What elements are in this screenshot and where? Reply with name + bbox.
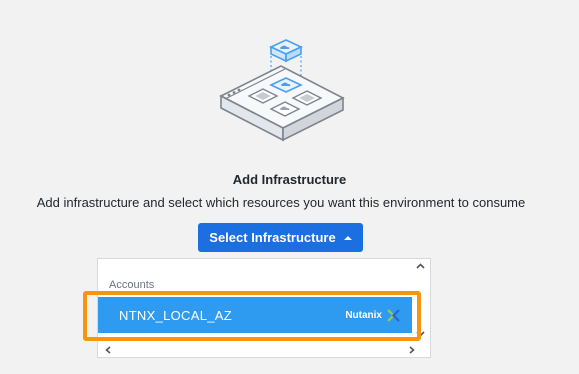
- horizontal-scrollbar[interactable]: [98, 343, 430, 357]
- select-infrastructure-label: Select Infrastructure: [209, 230, 336, 245]
- scroll-right-arrow-icon[interactable]: [409, 346, 415, 354]
- nutanix-x-icon: [387, 308, 400, 322]
- provider-label: Nutanix: [345, 309, 382, 321]
- accounts-section-label: Accounts: [109, 279, 155, 291]
- scroll-left-arrow-icon[interactable]: [105, 346, 111, 354]
- empty-state-description: Add infrastructure and select which reso…: [36, 195, 526, 210]
- account-option-ntnx-local-az[interactable]: NTNX_LOCAL_AZ Nutanix: [98, 297, 412, 333]
- account-provider: Nutanix: [345, 308, 400, 322]
- account-name: NTNX_LOCAL_AZ: [119, 307, 232, 323]
- caret-up-icon: [343, 235, 352, 240]
- scroll-up-arrow-icon[interactable]: [416, 263, 425, 269]
- add-infrastructure-panel: Add Infrastructure Add infrastructure an…: [0, 0, 579, 374]
- empty-state-title: Add Infrastructure: [232, 172, 347, 187]
- infrastructure-stack-illustration: [219, 39, 345, 142]
- select-infrastructure-button[interactable]: Select Infrastructure: [198, 223, 363, 252]
